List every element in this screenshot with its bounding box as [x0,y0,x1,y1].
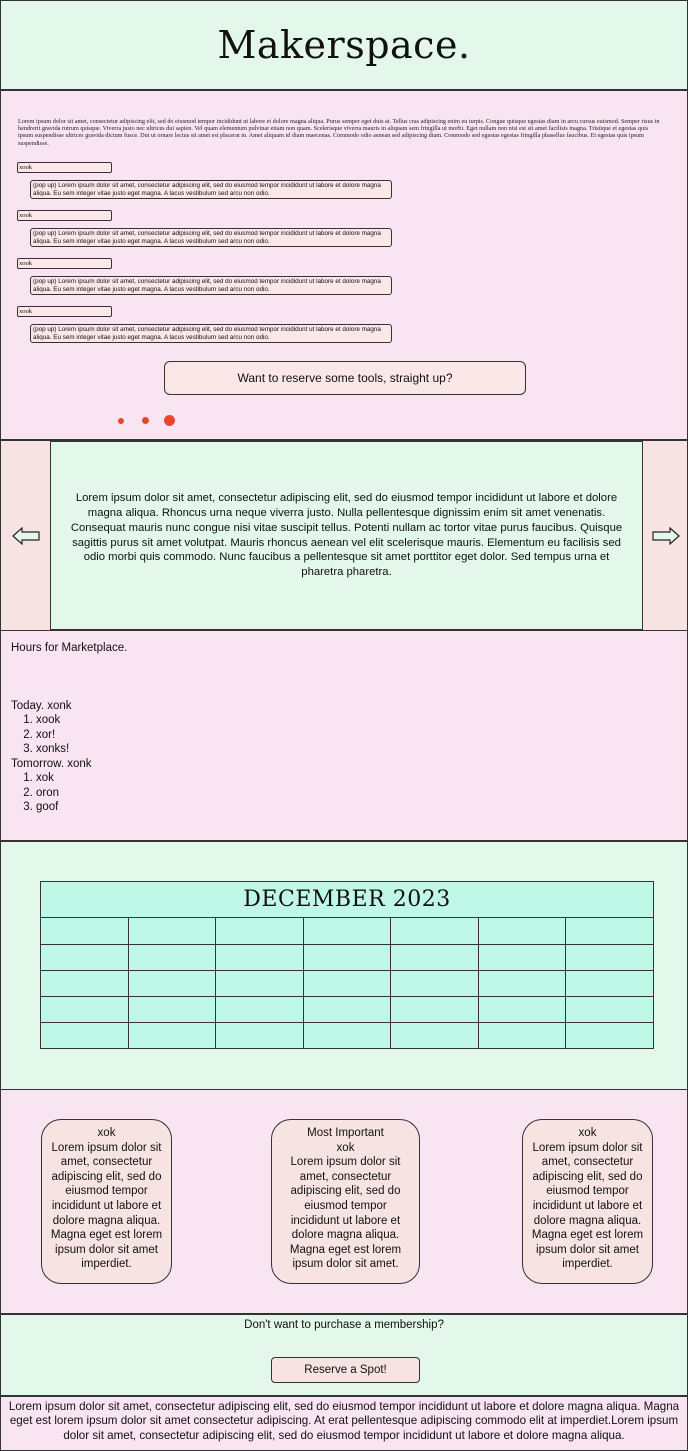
calendar-day-cell[interactable] [565,944,653,971]
calendar: DECEMBER 2023 [40,881,654,1049]
hours-section: Hours for Marketplace. Today. xonk xook … [0,630,688,841]
tomorrow-label: Tomorrow. xonk [11,758,92,770]
list-item: xonks! [36,742,69,757]
intro-paragraph: Lorem ipsum dolor sit amet, consectetur … [18,118,660,147]
faq-answer-popup: (pop up) Lorem ipsum dolor sit amet, con… [30,276,392,295]
faq-question[interactable]: xook [17,306,112,317]
calendar-week-row [41,944,653,971]
calendar-day-cell[interactable] [477,970,567,997]
calendar-day-cell[interactable] [127,918,217,945]
plan-card-text: xok Lorem ipsum dolor sit amet, consecte… [531,1127,644,1271]
calendar-day-cell[interactable] [390,1022,479,1048]
calendar-day-cell[interactable] [127,996,217,1023]
calendar-day-cell[interactable] [215,996,304,1023]
calendar-day-cell[interactable] [302,1022,392,1048]
faq-answer-popup: (pop up) Lorem ipsum dolor sit amet, con… [30,324,392,343]
decorative-dot [164,415,175,426]
intro-section: Lorem ipsum dolor sit amet, consectetur … [0,90,688,440]
calendar-day-cell[interactable] [390,944,479,971]
reserve-spot-button[interactable]: Reserve a Spot! [271,1357,420,1383]
calendar-day-cell[interactable] [565,918,653,945]
list-item: goof [36,800,59,815]
list-item: xook [36,713,69,728]
today-label: Today. xonk [11,700,72,712]
decorative-dot [142,417,149,424]
plan-card-text: xok Lorem ipsum dolor sit amet, consecte… [50,1127,163,1271]
faq-answer-popup: (pop up) Lorem ipsum dolor sit amet, con… [30,228,392,247]
list-item: xok [36,771,59,786]
calendar-day-cell[interactable] [215,970,304,997]
calendar-day-cell[interactable] [41,1022,129,1048]
calendar-week-row [41,970,653,997]
calendar-day-cell[interactable] [41,944,129,971]
calendar-day-cell[interactable] [127,970,217,997]
calendar-day-cell[interactable] [390,970,479,997]
calendar-month-title: DECEMBER 2023 [41,882,653,918]
list-item: oron [36,786,59,801]
hours-title: Hours for Marketplace. [11,642,128,654]
calendar-day-cell[interactable] [127,1022,217,1048]
calendar-day-cell[interactable] [565,970,653,997]
calendar-day-cell[interactable] [302,918,392,945]
calendar-section: DECEMBER 2023 [0,841,688,1090]
calendar-day-cell[interactable] [41,970,129,997]
plan-card[interactable]: xok Lorem ipsum dolor sit amet, consecte… [522,1119,653,1284]
calendar-day-cell[interactable] [215,1022,304,1048]
calendar-day-cell[interactable] [477,996,567,1023]
calendar-week-row [41,1022,653,1048]
calendar-day-cell[interactable] [41,996,129,1023]
plan-card[interactable]: xok Lorem ipsum dolor sit amet, consecte… [41,1119,172,1284]
today-hours-list: xook xor! xonks! [11,713,69,757]
arrow-left-icon[interactable] [12,526,40,550]
carousel-section: Lorem ipsum dolor sit amet, consectetur … [0,440,688,631]
faq-question[interactable]: xook [17,258,112,269]
carousel-text: Lorem ipsum dolor sit amet, consectetur … [70,492,623,578]
reserve-tools-button[interactable]: Want to reserve some tools, straight up? [164,361,526,395]
calendar-day-cell[interactable] [302,970,392,997]
faq-question[interactable]: xook [17,162,112,173]
calendar-week-row [41,996,653,1023]
calendar-day-cell[interactable] [302,996,392,1023]
membership-section: Don't want to purchase a membership? Res… [0,1314,688,1396]
membership-question: Don't want to purchase a membership? [244,1319,444,1331]
list-item: xor! [36,728,69,743]
site-header: Makerspace. [0,0,688,90]
calendar-day-cell[interactable] [390,996,479,1023]
faq-answer-popup: (pop up) Lorem ipsum dolor sit amet, con… [30,180,392,199]
calendar-day-cell[interactable] [215,918,304,945]
arrow-right-icon[interactable] [652,526,680,550]
site-title: Makerspace. [217,23,471,67]
decorative-dot [118,418,124,424]
plan-card-text: Most Important xok Lorem ipsum dolor sit… [289,1127,402,1271]
calendar-day-cell[interactable] [565,996,653,1023]
calendar-day-cell[interactable] [565,1022,653,1048]
carousel-slide: Lorem ipsum dolor sit amet, consectetur … [50,441,643,630]
footer-text: Lorem ipsum dolor sit amet, consectetur … [8,1400,680,1442]
plan-card-featured[interactable]: Most Important xok Lorem ipsum dolor sit… [271,1119,420,1284]
faq-question[interactable]: xook [17,210,112,221]
calendar-day-cell[interactable] [477,1022,567,1048]
footer: Lorem ipsum dolor sit amet, consectetur … [0,1396,688,1451]
tomorrow-hours-list: xok oron goof [11,771,59,815]
calendar-day-cell[interactable] [41,918,129,945]
calendar-day-cell[interactable] [127,944,217,971]
calendar-day-cell[interactable] [477,944,567,971]
calendar-grid [41,918,653,1048]
calendar-day-cell[interactable] [477,918,567,945]
calendar-day-cell[interactable] [390,918,479,945]
calendar-day-cell[interactable] [215,944,304,971]
plans-section: xok Lorem ipsum dolor sit amet, consecte… [0,1089,688,1314]
calendar-week-row [41,918,653,945]
calendar-day-cell[interactable] [302,944,392,971]
